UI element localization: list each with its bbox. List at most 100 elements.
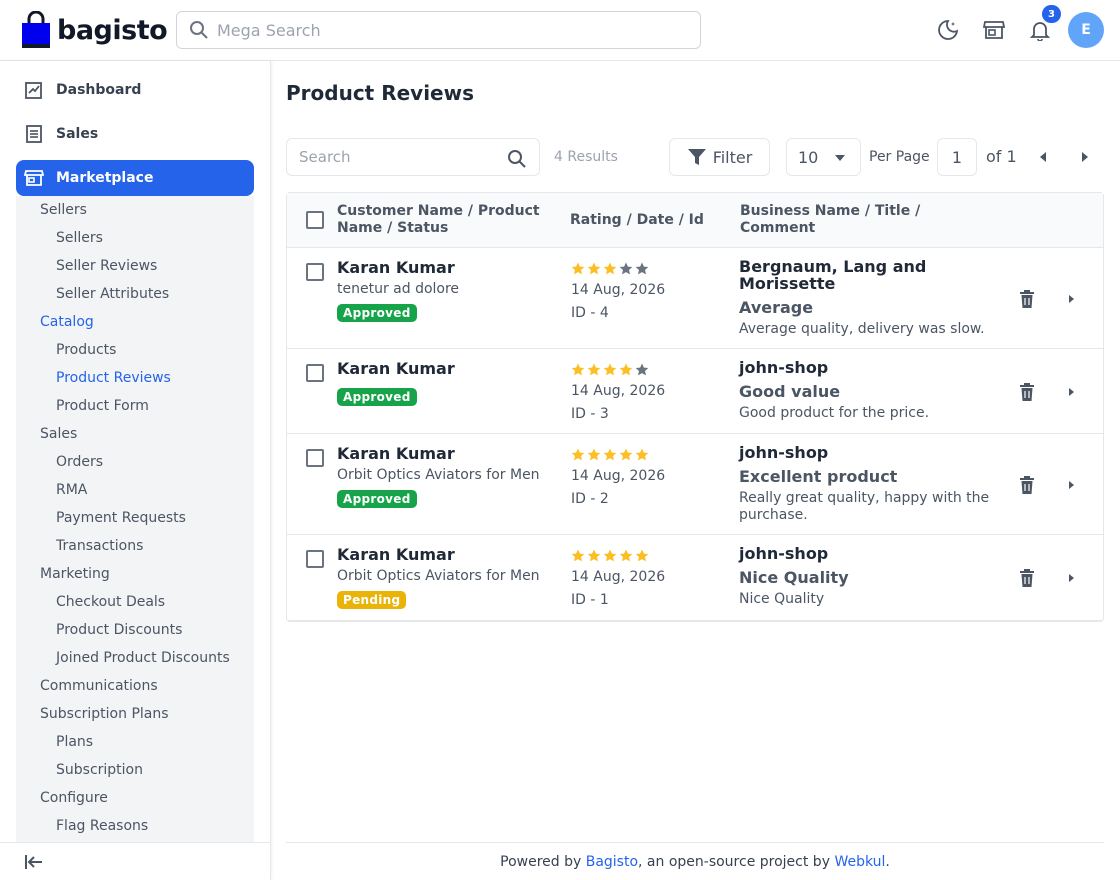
submenu-item-seller-attributes[interactable]: Seller Attributes xyxy=(56,286,169,302)
row-checkbox[interactable] xyxy=(306,263,324,281)
submenu-group-catalog[interactable]: Catalog xyxy=(40,314,94,330)
product-name: Orbit Optics Aviators for Men xyxy=(337,467,540,483)
filter-icon xyxy=(687,149,706,165)
submenu-item-seller-reviews[interactable]: Seller Reviews xyxy=(56,258,157,274)
column-header-customer[interactable]: Customer Name / Product Name / Status xyxy=(337,203,552,237)
filter-button[interactable]: Filter xyxy=(669,138,770,176)
webkul-link[interactable]: Webkul xyxy=(834,854,885,870)
bagisto-link[interactable]: Bagisto xyxy=(586,854,638,870)
shopping-bag-icon xyxy=(22,11,50,48)
submenu-group-configure[interactable]: Configure xyxy=(40,790,108,806)
mega-search-box[interactable] xyxy=(176,11,701,49)
per-page-select[interactable]: 10 xyxy=(786,138,861,176)
sidebar-item-label: Sales xyxy=(56,126,99,142)
star-icon xyxy=(603,262,617,275)
star-icon xyxy=(587,448,601,461)
product-name: Orbit Optics Aviators for Men xyxy=(337,568,540,584)
submenu-item-payment-requests[interactable]: Payment Requests xyxy=(56,510,186,526)
review-date: 14 Aug, 2026 xyxy=(571,282,666,298)
footer-suffix: . xyxy=(885,853,890,870)
row-checkbox[interactable] xyxy=(306,364,324,382)
customer-name: Karan Kumar xyxy=(337,444,455,463)
view-details-arrow-icon[interactable] xyxy=(1061,568,1081,588)
submenu-item-product-reviews[interactable]: Product Reviews xyxy=(56,370,171,386)
dashboard-icon xyxy=(25,82,42,99)
review-id: ID - 1 xyxy=(571,592,609,608)
submenu-item-checkout-deals[interactable]: Checkout Deals xyxy=(56,594,165,610)
star-icon xyxy=(619,448,633,461)
page-number-input[interactable]: 1 xyxy=(937,138,977,176)
table-row: Karan Kumar Orbit Optics Aviators for Men… xyxy=(287,434,1103,535)
review-title: Average xyxy=(739,298,814,317)
prev-page-icon[interactable] xyxy=(1036,150,1050,164)
dark-mode-icon[interactable] xyxy=(934,16,962,44)
storefront-icon[interactable] xyxy=(980,16,1008,44)
submenu-item-plans[interactable]: Plans xyxy=(56,734,93,750)
submenu-group-sales[interactable]: Sales xyxy=(40,426,77,442)
submenu-item-flag-reasons[interactable]: Flag Reasons xyxy=(56,818,148,834)
submenu-item-transactions[interactable]: Transactions xyxy=(56,538,143,554)
mega-search-input[interactable] xyxy=(217,20,677,40)
main-content: Product Reviews 4 Results Filter 10 Per … xyxy=(271,61,1120,880)
results-count: 4 Results xyxy=(554,149,618,165)
star-icon xyxy=(603,363,617,376)
store-icon xyxy=(24,170,44,186)
sidebar-item-dashboard[interactable]: Dashboard xyxy=(16,72,254,108)
collapse-sidebar-icon[interactable] xyxy=(24,854,44,870)
submenu-item-subscription[interactable]: Subscription xyxy=(56,762,143,778)
review-date: 14 Aug, 2026 xyxy=(571,383,666,399)
submenu-group-marketing[interactable]: Marketing xyxy=(40,566,110,582)
filter-label: Filter xyxy=(712,147,753,167)
view-details-arrow-icon[interactable] xyxy=(1061,475,1081,495)
submenu-item-joined-product-discounts[interactable]: Joined Product Discounts xyxy=(56,650,230,666)
search-icon[interactable] xyxy=(507,149,527,169)
view-details-arrow-icon[interactable] xyxy=(1061,382,1081,402)
submenu-item-sellers[interactable]: Sellers xyxy=(56,230,103,246)
rating-stars xyxy=(571,448,649,461)
delete-icon[interactable] xyxy=(1017,475,1037,495)
submenu-item-products[interactable]: Products xyxy=(56,342,116,358)
submenu-item-orders[interactable]: Orders xyxy=(56,454,103,470)
footer-middle: , an open-source project by xyxy=(638,853,835,870)
avatar[interactable]: E xyxy=(1068,12,1104,48)
business-name: john-shop xyxy=(739,443,829,462)
view-details-arrow-icon[interactable] xyxy=(1061,289,1081,309)
per-page-label: Per Page xyxy=(869,149,930,165)
row-checkbox[interactable] xyxy=(306,449,324,467)
submenu-item-product-form[interactable]: Product Form xyxy=(56,398,149,414)
select-all-checkbox[interactable] xyxy=(306,211,324,229)
business-name: john-shop xyxy=(739,358,829,377)
row-checkbox[interactable] xyxy=(306,550,324,568)
column-header-rating[interactable]: Rating / Date / Id xyxy=(570,212,704,229)
review-comment: Average quality, delivery was slow. xyxy=(739,321,985,337)
status-badge: Approved xyxy=(337,388,417,406)
submenu-group-communications[interactable]: Communications xyxy=(40,678,158,694)
next-page-icon[interactable] xyxy=(1078,150,1092,164)
page-title: Product Reviews xyxy=(286,81,474,105)
delete-icon[interactable] xyxy=(1017,382,1037,402)
delete-icon[interactable] xyxy=(1017,568,1037,588)
sidebar: Dashboard Sales Marketplace Sellers Selle… xyxy=(0,61,271,880)
grid-search-box[interactable] xyxy=(286,138,540,176)
review-id: ID - 4 xyxy=(571,305,609,321)
submenu-item-rma[interactable]: RMA xyxy=(56,482,87,498)
logo[interactable]: bagisto xyxy=(21,11,168,49)
delete-icon[interactable] xyxy=(1017,289,1037,309)
sidebar-item-marketplace[interactable]: Marketplace xyxy=(16,160,254,196)
star-icon xyxy=(603,448,617,461)
star-icon xyxy=(619,363,633,376)
column-header-business[interactable]: Business Name / Title / Comment xyxy=(740,203,940,237)
review-comment: Nice Quality xyxy=(739,591,825,607)
submenu-group-subscription-plans[interactable]: Subscription Plans xyxy=(40,706,169,722)
table-header: Customer Name / Product Name / Status Ra… xyxy=(287,193,1103,248)
star-icon xyxy=(571,363,585,376)
star-icon xyxy=(571,549,585,562)
status-badge: Pending xyxy=(337,591,407,609)
table-row: Karan Kumar tenetur ad dolore Approved 14 A… xyxy=(287,248,1103,349)
submenu-item-product-discounts[interactable]: Product Discounts xyxy=(56,622,182,638)
star-icon xyxy=(635,363,649,376)
review-id: ID - 3 xyxy=(571,406,609,422)
submenu-group-sellers[interactable]: Sellers xyxy=(40,202,87,218)
sidebar-item-sales[interactable]: Sales xyxy=(16,116,254,152)
grid-search-input[interactable] xyxy=(299,148,499,166)
